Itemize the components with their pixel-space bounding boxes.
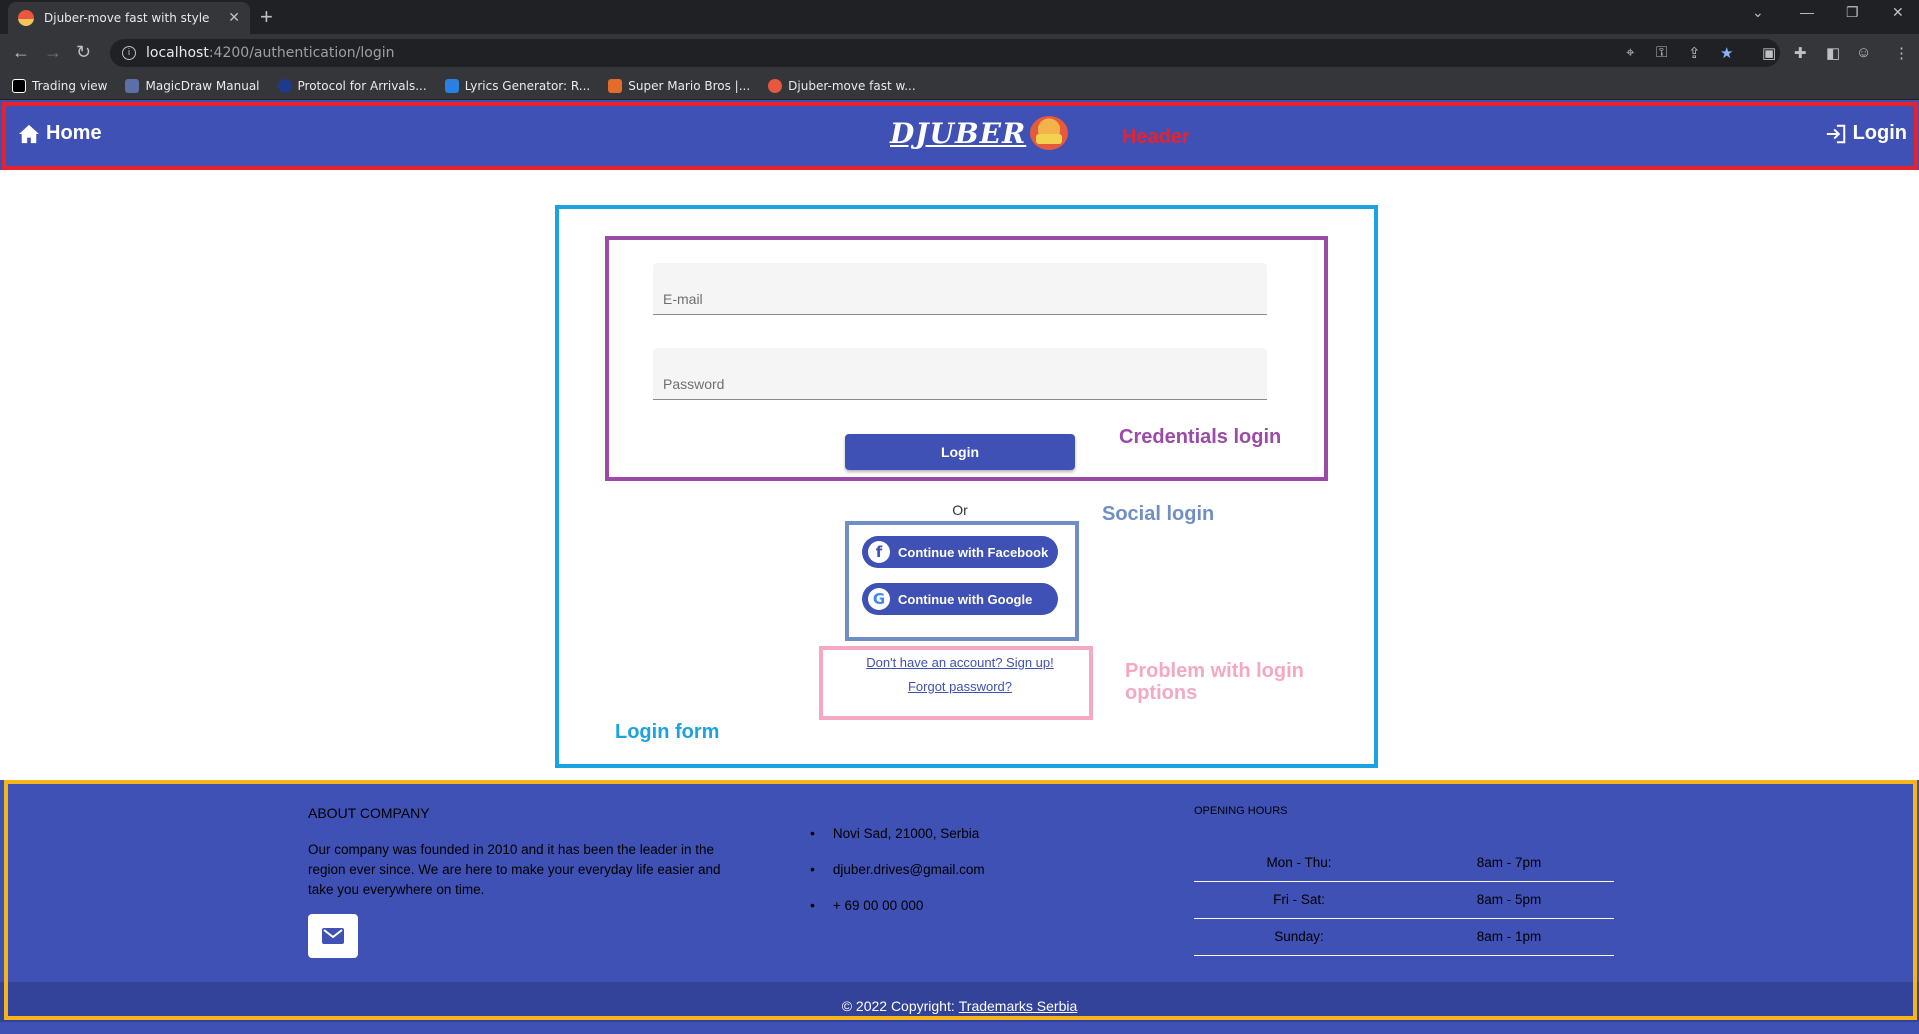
login-form-annotation: Login form (615, 721, 720, 743)
forgot-password-link[interactable]: Forgot password? (820, 679, 1100, 694)
google-button-label: Continue with Google (898, 591, 1033, 607)
credentials-annotation: Credentials login (1119, 426, 1282, 448)
bookmark-icon (608, 78, 623, 93)
bookmark-icon (444, 78, 459, 93)
browser-toolbar: ← → ↻ i localhost :4200/authentication/l… (0, 34, 1919, 72)
profile-avatar[interactable]: ☺ (1856, 44, 1871, 61)
social-annotation: Social login (1102, 503, 1215, 525)
email-field[interactable] (653, 263, 1267, 315)
share-icon[interactable]: ⇪ (1688, 44, 1701, 62)
google-login-button[interactable]: G Continue with Google (862, 583, 1058, 615)
forward-icon[interactable]: → (44, 42, 62, 63)
location-icon[interactable]: ⌖ (1626, 44, 1634, 61)
reload-icon[interactable]: ↻ (76, 42, 91, 63)
url-host: localhost (146, 45, 209, 61)
bookmark-icon (12, 78, 26, 93)
bookmark-item[interactable]: Djuber-move fast w... (768, 78, 916, 93)
email-input[interactable] (653, 263, 1267, 314)
close-window-icon[interactable]: ✕ (1892, 4, 1904, 21)
restore-icon[interactable]: ❐ (1846, 4, 1859, 21)
site-info-icon[interactable]: i (122, 46, 136, 60)
password-field[interactable] (653, 348, 1267, 400)
bookmark-item[interactable]: Super Mario Bros |... (608, 78, 750, 93)
bookmark-icon (277, 78, 292, 93)
minimize-icon[interactable]: — (1800, 4, 1814, 20)
bookmark-item[interactable]: Trading view (12, 78, 107, 93)
signup-link[interactable]: Don't have an account? Sign up! (820, 655, 1100, 670)
browser-tab-bar: Djuber-move fast with style ✕ + ⌄ — ❐ ✕ (0, 0, 1919, 34)
close-tab-icon[interactable]: ✕ (228, 10, 240, 26)
header-annotation-box (2, 102, 1918, 170)
djuber-favicon-icon (18, 10, 34, 26)
bookmark-item[interactable]: Protocol for Arrivals... (277, 78, 427, 93)
side-panel-icon[interactable]: ◧ (1826, 44, 1840, 62)
problem-options-annotation: Problem with login options (1125, 660, 1304, 704)
new-tab-button[interactable]: + (260, 4, 273, 30)
address-bar[interactable]: i localhost :4200/authentication/login (110, 39, 1780, 67)
browser-tab[interactable]: Djuber-move fast with style ✕ (8, 2, 250, 34)
url-path: :4200/authentication/login (208, 45, 395, 61)
back-icon[interactable]: ← (12, 42, 30, 63)
bookmark-star-icon[interactable]: ★ (1720, 44, 1733, 62)
puzzle-icon[interactable]: ✚ (1794, 44, 1807, 62)
facebook-button-label: Continue with Facebook (898, 544, 1049, 560)
extension-icon[interactable]: ▣ (1762, 44, 1776, 62)
or-divider-text: Or (952, 502, 968, 518)
login-button[interactable]: Login (845, 434, 1075, 470)
bookmark-item[interactable]: MagicDraw Manual (125, 78, 260, 93)
tab-search-icon[interactable]: ⌄ (1752, 4, 1764, 21)
footer-annotation-box (4, 780, 1917, 1020)
bookmark-item[interactable]: Lyrics Generator: R... (444, 78, 590, 93)
menu-icon[interactable]: ⋮ (1894, 44, 1909, 62)
bookmark-icon (125, 78, 140, 93)
bookmarks-bar: Trading view MagicDraw Manual Protocol f… (0, 72, 1919, 100)
google-icon: G (868, 588, 890, 610)
bookmark-icon (768, 78, 783, 93)
tab-title: Djuber-move fast with style (44, 11, 210, 25)
facebook-icon: f (868, 541, 890, 563)
facebook-login-button[interactable]: f Continue with Facebook (862, 536, 1058, 568)
password-input[interactable] (653, 348, 1267, 399)
key-icon[interactable]: ⚿ (1656, 44, 1667, 61)
